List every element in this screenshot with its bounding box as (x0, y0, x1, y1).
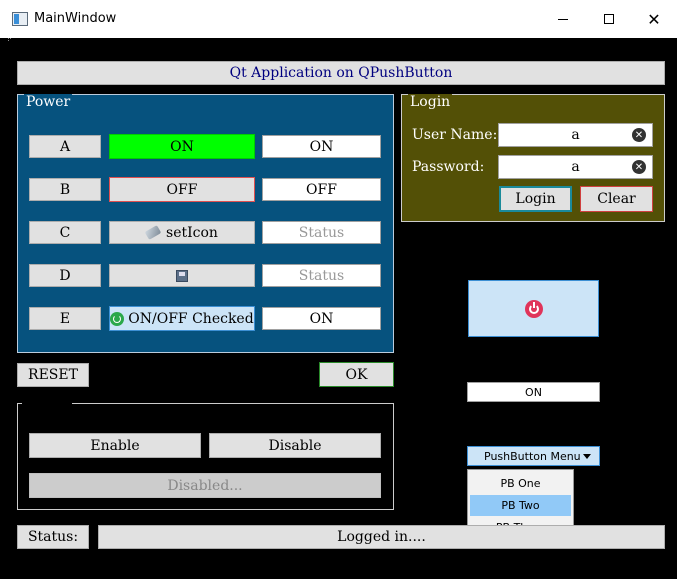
power-icon (524, 299, 543, 318)
clear-button[interactable]: Clear (580, 186, 653, 212)
status-e: ON (262, 307, 381, 330)
button-e[interactable]: E (29, 307, 101, 330)
power-group-title: Power (24, 94, 73, 110)
ok-button[interactable]: OK (319, 362, 394, 387)
on-indicator: ON (467, 382, 600, 402)
password-value: a (571, 159, 580, 175)
status-a: ON (262, 135, 381, 158)
off-button[interactable]: OFF (109, 177, 255, 202)
password-label: Password: (412, 159, 485, 175)
resize-grip (8, 38, 11, 41)
pushbutton-menu-button[interactable]: PushButton Menu (467, 446, 600, 466)
on-off-checked-button[interactable]: ON/OFF Checked (109, 306, 255, 331)
on-button[interactable]: ON (109, 134, 255, 159)
clear-password-icon[interactable]: ✕ (632, 160, 646, 174)
login-button[interactable]: Login (499, 186, 572, 212)
app-icon (12, 12, 28, 26)
status-b: OFF (262, 178, 381, 201)
menu-item-pb-two[interactable]: PB Two (470, 495, 571, 516)
group-title-gap (22, 401, 72, 405)
status-text: Logged in.... (98, 525, 665, 549)
button-d[interactable]: D (29, 264, 101, 287)
status-label: Status: (17, 525, 89, 549)
username-value: a (571, 127, 580, 143)
maximize-icon (604, 14, 614, 24)
reset-button[interactable]: RESET (17, 363, 89, 387)
login-group-title: Login (408, 94, 453, 110)
close-icon: ✕ (647, 9, 661, 29)
minimize-button[interactable] (540, 0, 586, 38)
power-button[interactable] (468, 280, 599, 337)
save-icon-button[interactable] (109, 264, 255, 287)
eraser-icon (144, 225, 162, 240)
status-c: Status (262, 221, 381, 244)
power-toggle-icon (110, 311, 125, 326)
clear-username-icon[interactable]: ✕ (632, 128, 646, 142)
save-icon (176, 269, 188, 282)
username-input[interactable]: a (498, 123, 653, 147)
button-c[interactable]: C (29, 221, 101, 244)
chevron-down-icon (583, 454, 591, 459)
button-a[interactable]: A (29, 135, 101, 158)
window-title: MainWindow (34, 11, 117, 26)
disabled-button: Disabled... (29, 473, 381, 498)
enable-button[interactable]: Enable (29, 433, 201, 458)
close-button[interactable]: ✕ (631, 0, 677, 38)
menu-button-label: PushButton Menu (484, 449, 581, 463)
seticon-label: setIcon (166, 224, 218, 241)
seticon-button[interactable]: setIcon (109, 221, 255, 244)
disable-button[interactable]: Disable (209, 433, 381, 458)
status-d: Status (262, 264, 381, 287)
password-input[interactable]: a (498, 155, 653, 179)
on-off-checked-label: ON/OFF Checked (128, 310, 254, 327)
maximize-button[interactable] (586, 0, 632, 38)
header-button[interactable]: Qt Application on QPushButton (17, 61, 665, 85)
username-label: User Name: (412, 127, 498, 143)
minimize-icon (558, 18, 568, 20)
menu-item-pb-one[interactable]: PB One (470, 473, 571, 494)
button-b[interactable]: B (29, 178, 101, 201)
